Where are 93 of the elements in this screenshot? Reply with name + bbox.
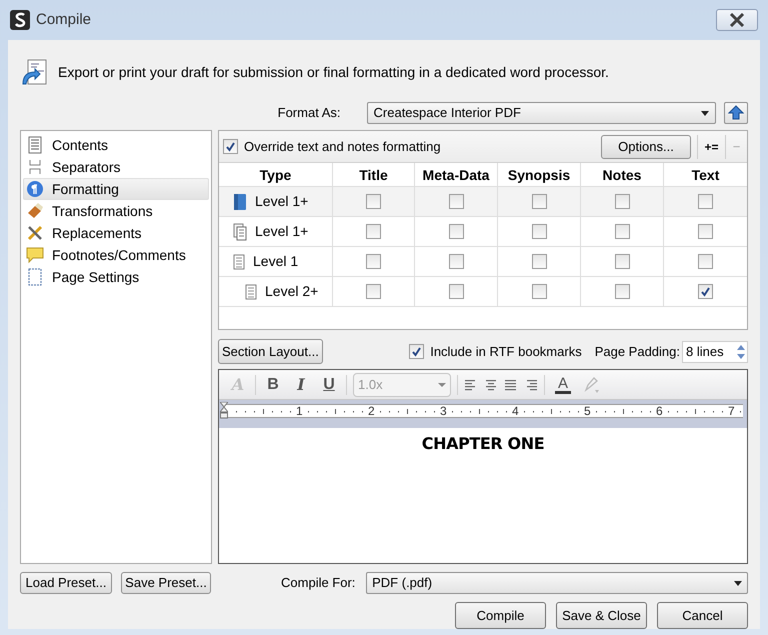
upload-button[interactable]	[724, 102, 748, 124]
sidebar-item[interactable]: Page Settings	[23, 266, 209, 288]
table-checkbox[interactable]	[448, 284, 464, 299]
underline-button[interactable]: U	[318, 374, 340, 396]
ruler-number: 3	[440, 403, 447, 419]
table-checkbox[interactable]	[698, 194, 713, 209]
table-checkbox[interactable]	[448, 194, 464, 209]
paragraph-icon	[26, 180, 44, 198]
table-checkbox[interactable]	[698, 224, 713, 239]
sidebar-item[interactable]: Footnotes/Comments	[23, 244, 209, 266]
table-checkbox[interactable]	[366, 224, 381, 239]
table-checkbox[interactable]	[366, 194, 381, 209]
page-icon	[26, 268, 44, 286]
table-checkbox[interactable]	[698, 284, 713, 299]
table-checkbox[interactable]	[532, 254, 546, 269]
section-layout-button[interactable]: Section Layout...	[218, 339, 323, 364]
table-checkbox[interactable]	[366, 254, 381, 269]
column-header: Notes	[580, 163, 663, 186]
table-checkbox[interactable]	[532, 284, 546, 299]
document-icon	[245, 284, 257, 300]
table-row[interactable]: Level 1+	[219, 187, 747, 217]
ruler-number: 2	[368, 403, 375, 419]
align-justify-icon[interactable]	[504, 378, 518, 390]
table-checkbox[interactable]	[614, 224, 630, 239]
binder-icon	[233, 192, 247, 210]
column-header: Type	[258, 166, 292, 185]
compile-for-dropdown[interactable]: PDF (.pdf)	[366, 572, 748, 594]
type-cell-text: Level 1	[253, 252, 298, 271]
page-padding-spinner[interactable]: 8 lines	[682, 340, 748, 362]
rtf-bookmarks-label: Include in RTF bookmarks	[430, 342, 582, 361]
editor-text[interactable]: CHAPTER ONE	[422, 432, 544, 456]
text-color-button[interactable]: A	[551, 374, 575, 396]
table-row[interactable]: Level 2+	[219, 277, 747, 307]
sidebar-item[interactable]: Separators	[23, 156, 209, 178]
list-icon	[26, 136, 44, 154]
table-row[interactable]: Level 1	[219, 247, 747, 277]
add-button[interactable]: +=	[697, 134, 725, 158]
dialog-button[interactable]: Save & Close	[556, 602, 647, 629]
eraser-icon	[26, 202, 44, 220]
ruler-number: 4	[512, 403, 519, 419]
ruler-number: 1	[296, 403, 303, 419]
table-checkbox[interactable]	[448, 224, 464, 239]
sidebar-item[interactable]: Contents	[23, 134, 209, 156]
format-as-dropdown[interactable]: Createspace Interior PDF	[366, 102, 716, 124]
ruler-number: 7	[728, 403, 735, 419]
bold-button[interactable]: B	[262, 374, 284, 396]
table-checkbox[interactable]	[614, 254, 630, 269]
dialog-button[interactable]: Compile	[455, 602, 546, 629]
column-header: Text	[663, 163, 747, 186]
export-icon	[20, 58, 48, 86]
table-checkbox[interactable]	[614, 284, 630, 299]
document-icon	[233, 254, 245, 270]
tools-icon	[26, 224, 44, 242]
save-preset-button[interactable]: Save Preset...	[121, 572, 212, 594]
sidebar-item[interactable]: Formatting	[23, 178, 209, 200]
table-checkbox[interactable]	[366, 284, 381, 299]
comment-icon	[26, 246, 44, 264]
compile-for-label: Compile For:	[281, 574, 356, 592]
close-icon	[729, 13, 745, 27]
documents-icon	[233, 222, 247, 240]
type-cell-text: Level 1+	[255, 192, 308, 211]
window-title: Compile	[36, 10, 92, 30]
column-header: Meta-Data	[414, 163, 497, 186]
override-label: Override text and notes formatting	[244, 138, 442, 156]
rtf-bookmarks-checkbox[interactable]	[409, 344, 424, 359]
load-preset-button[interactable]: Load Preset...	[20, 572, 112, 594]
align-center-icon[interactable]	[484, 378, 498, 390]
table-checkbox[interactable]	[614, 194, 630, 209]
column-header: Title	[332, 163, 414, 186]
override-checkbox[interactable]	[223, 139, 238, 154]
sidebar-item[interactable]: Replacements	[23, 222, 209, 244]
column-header: Synopsis	[497, 163, 580, 186]
italic-button[interactable]: I	[290, 374, 312, 396]
format-as-label: Format As:	[278, 104, 342, 122]
table-checkbox[interactable]	[532, 224, 546, 239]
table-checkbox[interactable]	[532, 194, 546, 209]
close-button[interactable]	[716, 9, 758, 31]
indent-marker-icon[interactable]	[220, 402, 228, 420]
page-padding-label: Page Padding:	[594, 342, 680, 361]
align-left-icon[interactable]	[464, 378, 478, 390]
table-checkbox[interactable]	[448, 254, 464, 269]
options-button[interactable]: Options...	[601, 134, 691, 158]
type-cell-text: Level 1+	[255, 222, 308, 241]
table-checkbox[interactable]	[698, 254, 713, 269]
sidebar-item[interactable]: Transformations	[23, 200, 209, 222]
type-cell-text: Level 2+	[265, 282, 318, 301]
align-right-icon[interactable]	[524, 378, 538, 390]
description-text: Export or print your draft for submission or final formatting in a dedicated word processor.	[58, 62, 609, 82]
table-row[interactable]: Level 1+	[219, 217, 747, 247]
ruler-number: 6	[656, 403, 663, 419]
ruler-number: 5	[584, 403, 591, 419]
app-logo-icon	[10, 10, 30, 30]
dialog-button[interactable]: Cancel	[657, 602, 748, 629]
